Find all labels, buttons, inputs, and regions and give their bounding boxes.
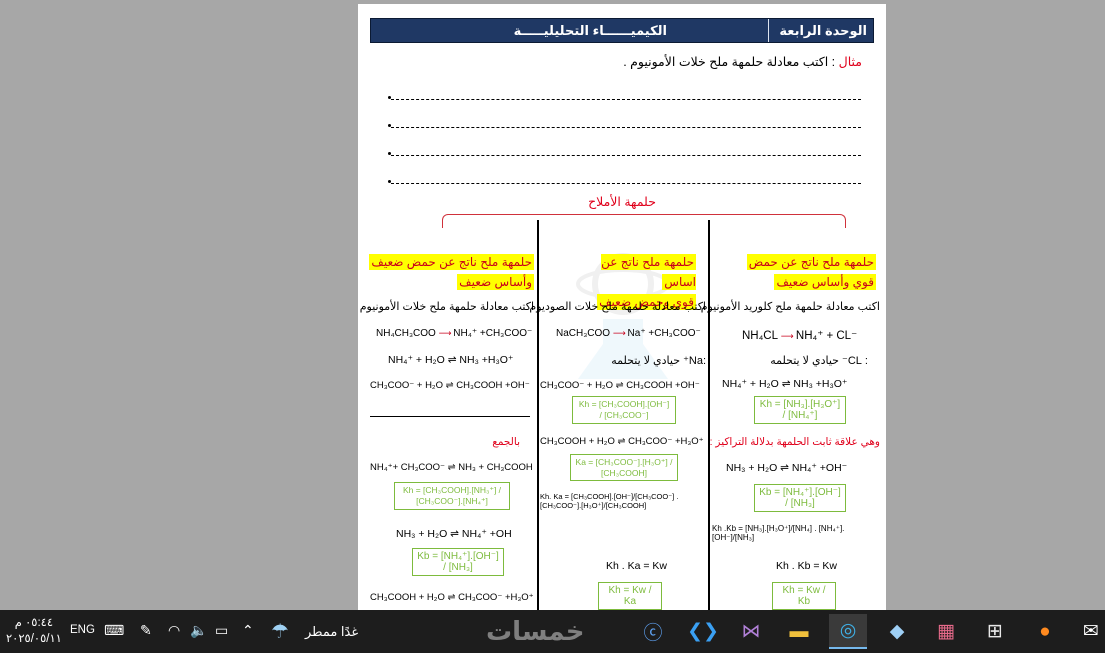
answer-line — [388, 124, 861, 128]
kh-kw-kb-box: Kh = Kw / Kb — [772, 582, 836, 610]
kh-formula-box: Kh = [NH₃].[H₃O⁺] / [NH₄⁺] — [754, 396, 846, 424]
salt-hydrolysis-title: حلمهة الأملاح — [588, 195, 656, 209]
kw-relation: Kh . Ka = Kw — [606, 560, 667, 572]
column-weak-acid-weak-base: حلمهة ملح ناتج عن حمض ضعيف وأساس ضعيف اك… — [360, 248, 536, 608]
column-strong-acid-weak-base: حلمهة ملح ناتج عن حمض قوي وأساس ضعيف اكت… — [701, 248, 880, 610]
battery-icon[interactable]: ▭ — [215, 622, 228, 639]
example-question: مثال : اكتب معادلة حلمهة ملح خلات الأمون… — [623, 54, 862, 69]
weather-text[interactable]: غدًا ممطر — [305, 624, 358, 640]
classification-brace — [442, 214, 846, 228]
equation-acetate: CH₃COO⁻ + H₂O ⇌ CH₃COOH +OH⁻ — [370, 380, 530, 391]
sum-label: بالجمع — [492, 436, 520, 448]
chevron-up-icon[interactable]: ⌃ — [242, 622, 254, 639]
app-c-icon[interactable]: ⓒ — [634, 614, 672, 649]
blank-answer-line — [370, 416, 530, 417]
store-icon[interactable]: ⊞ — [976, 614, 1014, 649]
vscode-icon[interactable]: ❮❯ — [684, 614, 722, 649]
box-app-icon[interactable]: ◆ — [878, 614, 916, 649]
kw-relation: Kh . Kb = Kw — [776, 560, 837, 572]
column-prompt: اكتب معادلة حلمهة ملح خلات الأمونيوم — [359, 301, 534, 313]
column-prompt: اكتب معادلة حلمهة ملح خلات الصوديوم — [529, 301, 706, 313]
kh-kw-ka-box: Kh = Kw / Ka — [598, 582, 662, 610]
reaction-arrow: ⟶ — [612, 328, 626, 338]
column-divider — [708, 220, 710, 610]
wifi-icon[interactable]: ◠ — [168, 622, 180, 639]
language-indicator[interactable]: ENG — [70, 624, 95, 636]
reaction-arrow: ⟶ — [780, 331, 794, 341]
equation-base: NH₃ + H₂O ⇌ NH₄⁺ +OH — [396, 528, 512, 540]
column-divider — [537, 220, 539, 610]
column-title: وأساس ضعيف — [457, 274, 534, 290]
mail-icon[interactable]: ✉ — [1072, 614, 1105, 649]
reaction-arrow: ⟶ — [438, 328, 452, 338]
kb-formula-box: Kb = [NH₄⁺].[OH⁻] / [NH₃] — [412, 548, 504, 576]
equation-sum: NH₄⁺+ CH₃COO⁻ ⇌ NH₃ + CH₃COOH — [370, 462, 533, 473]
clock-date: ٢٠٢٥/٠٥/١١ — [6, 633, 62, 645]
equation-acid: CH₃COOH + H₂O ⇌ CH₃COO⁻ +H₃O⁺ — [370, 592, 534, 603]
header-divider — [768, 19, 769, 42]
unit-title: الوحدة الرابعة — [779, 23, 867, 38]
kh-ka-product: Kh. Ka = [CH₃COOH].[OH⁻]/[CH₃COO⁻] . [CH… — [540, 492, 679, 510]
example-label: مثال — [838, 55, 862, 69]
ka-formula-box: Ka = [CH₃COO⁻].[H₃O⁺] / [CH₃COOH] — [570, 454, 678, 481]
subject-title: الكيميــــــاء التحليليـــــة — [513, 23, 667, 38]
clock-time: ٠٥:٤٤ م — [14, 617, 54, 629]
windows-taskbar: ٠٥:٤٤ م ٢٠٢٥/٠٥/١١ ENG ⌨ ✎ ◠ 🔈 ▭ ⌃ ☂ غدً… — [0, 610, 1105, 653]
column-prompt: اكتب معادلة حلمهة ملح كلوريد الأمونيوم — [700, 301, 880, 313]
example-text: : اكتب معادلة حلمهة ملح خلات الأمونيوم . — [623, 55, 836, 69]
kh-formula-box: Kh = [CH₃COOH].[OH⁻] / [CH₃COO⁻] — [572, 396, 676, 424]
column-title: قوي وأساس ضعيف — [774, 274, 876, 290]
keyboard-icon[interactable]: ⌨ — [104, 622, 124, 639]
document-page: الوحدة الرابعة الكيميــــــاء التحليليــ… — [358, 4, 886, 610]
equation-base: NH₃ + H₂O ⇌ NH₄⁺ +OH⁻ — [726, 462, 848, 474]
visual-studio-icon[interactable]: ⋈ — [732, 614, 770, 649]
equation-dissociation: NH₄CH₃COO ⟶ NH₄⁺ +CH₃COO⁻ — [376, 328, 533, 339]
edge-icon[interactable]: ◎ — [829, 614, 867, 649]
answer-line — [388, 180, 861, 184]
equation-dissociation: NaCH₃COO ⟶ Na⁺ +CH₃COO⁻ — [556, 328, 701, 339]
document-viewer: الوحدة الرابعة الكيميــــــاء التحليليــ… — [0, 0, 1105, 610]
answer-line — [388, 152, 861, 156]
equation-ammonium: NH₄⁺ + H₂O ⇌ NH₃ +H₃O⁺ — [388, 354, 514, 366]
column-strong-base-weak-acid: حلمهة ملح ناتج عن اساس قوي وحمض ضعيف اكت… — [529, 248, 706, 610]
equation-hydrolysis: NH₄⁺ + H₂O ⇌ NH₃ +H₃O⁺ — [722, 378, 848, 390]
volume-icon[interactable]: 🔈 — [190, 622, 207, 639]
apps-icon[interactable]: ▦ — [927, 614, 965, 649]
weather-rain-icon[interactable]: ☂ — [271, 619, 289, 644]
kb-formula-box: Kb = [NH₄⁺].[OH⁻] / [NH₃] — [754, 484, 846, 512]
file-explorer-icon[interactable]: ▬ — [780, 614, 818, 649]
firefox-icon[interactable]: ● — [1026, 614, 1064, 649]
column-title: حلمهة ملح ناتج عن اساس — [601, 254, 696, 290]
neutral-ion-note: :Na⁺ حيادي لا يتحلمه — [611, 355, 706, 367]
column-title: حلمهة ملح ناتج عن حمض — [746, 254, 876, 270]
clock[interactable]: ٠٥:٤٤ م ٢٠٢٥/٠٥/١١ — [6, 615, 62, 647]
pen-icon[interactable]: ✎ — [140, 622, 152, 639]
brand-watermark: خمسات — [486, 616, 585, 646]
kh-formula-box: Kh = [CH₃COOH].[NH₃⁺] / [CH₃COO⁻].[NH₄⁺] — [394, 482, 510, 510]
relation-note: وهي علاقة ثابت الحلمهة بدلالة التراكيز : — [709, 436, 880, 448]
answer-line — [388, 96, 861, 100]
kh-kb-product: Kh .Kb = [NH₃].[H₃O⁺]/[NH₄] . [NH₄⁺].[OH… — [712, 524, 845, 542]
neutral-ion-note: : CL⁻ حيادي لا يتحلمه — [770, 355, 868, 367]
unit-header: الوحدة الرابعة الكيميــــــاء التحليليــ… — [370, 18, 874, 43]
column-title: حلمهة ملح ناتج عن حمض ضعيف — [369, 254, 534, 270]
equation-hydrolysis: CH₃COO⁻ + H₂O ⇌ CH₃COOH +OH⁻ — [540, 380, 700, 391]
equation-acid: CH₃COOH + H₂O ⇌ CH₃COO⁻ +H₃O⁺ — [540, 436, 704, 447]
equation-dissociation: NH₄CL ⟶ NH₄⁺ + CL⁻ — [742, 330, 858, 342]
